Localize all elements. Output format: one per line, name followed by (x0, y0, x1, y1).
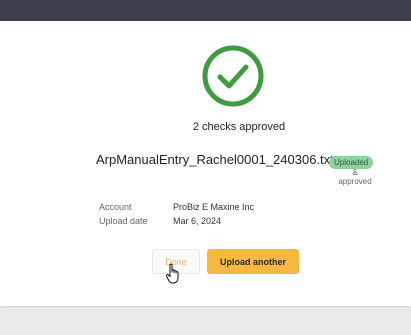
upload-another-button[interactable]: Upload another (207, 249, 299, 274)
status-approved: approved (338, 177, 372, 186)
upload-date-label: Upload date (99, 216, 148, 226)
top-bar (0, 0, 411, 21)
status-badge-caption: & approved (333, 168, 377, 186)
checks-approved-title: 2 checks approved (192, 121, 286, 133)
check-circle-icon (202, 45, 264, 107)
account-label: Account (99, 202, 132, 212)
upload-date-value: Mar 6, 2024 (173, 216, 222, 226)
account-value: ProBiz E Maxine Inc (173, 202, 255, 212)
status-amp: & (352, 168, 358, 177)
uploaded-filename: ArpManualEntry_Rachel0001_240306.txt (96, 152, 334, 167)
hand-pointer-icon (165, 263, 179, 284)
